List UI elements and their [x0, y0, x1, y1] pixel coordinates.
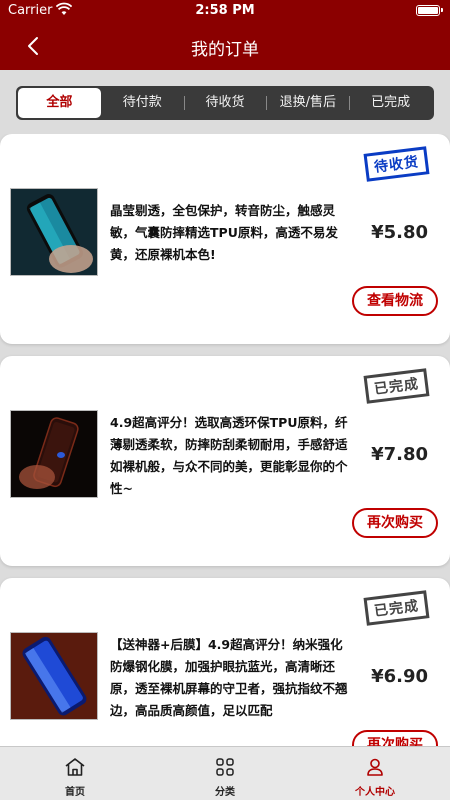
- buy-again-button[interactable]: 再次购买: [352, 730, 438, 746]
- product-image[interactable]: [10, 188, 98, 276]
- order-card[interactable]: 待收货 晶莹剔透，全包保护，转音防尘，触感灵敏，气囊防摔精选TPU原料，高透不易…: [0, 134, 450, 344]
- order-card[interactable]: 已完成 4.9超高评分！选取高透环保TPU原料，纤薄剔透柔软，防摔防刮柔韧耐用，…: [0, 356, 450, 566]
- grid-icon: [216, 758, 234, 776]
- bottom-tab-bar: 首页 分类 个人中心: [0, 746, 450, 800]
- order-list[interactable]: 待收货 晶莹剔透，全包保护，转音防尘，触感灵敏，气囊防摔精选TPU原料，高透不易…: [0, 134, 450, 746]
- user-icon: [367, 758, 383, 776]
- order-price: ¥5.80: [371, 222, 428, 243]
- tab-all[interactable]: 全部: [18, 88, 101, 118]
- buy-again-button[interactable]: 再次购买: [352, 508, 438, 538]
- tab-completed[interactable]: 已完成: [349, 88, 432, 118]
- bottom-tab-home[interactable]: 首页: [0, 747, 150, 800]
- product-description: 4.9超高评分！选取高透环保TPU原料，纤薄剔透柔软，防摔防刮柔韧耐用，手感舒适…: [110, 415, 348, 496]
- status-stamp: 已完成: [363, 368, 430, 404]
- tab-pending-receipt[interactable]: 待收货: [183, 88, 267, 118]
- bottom-tab-category[interactable]: 分类: [150, 747, 300, 800]
- status-bar: Carrier 2:58 PM: [0, 0, 450, 22]
- order-filter-tabs: 全部 待付款 待收货 退换/售后 已完成: [16, 86, 434, 120]
- view-logistics-button[interactable]: 查看物流: [352, 286, 438, 316]
- bottom-tab-label: 分类: [215, 787, 235, 798]
- home-icon: [65, 758, 85, 776]
- navigation-bar: 我的订单: [0, 22, 450, 70]
- tab-returns[interactable]: 退换/售后: [266, 88, 349, 118]
- product-image[interactable]: [10, 632, 98, 720]
- battery-icon: [416, 5, 443, 16]
- bottom-tab-profile[interactable]: 个人中心: [300, 747, 450, 800]
- status-stamp: 待收货: [363, 146, 430, 182]
- order-card[interactable]: 已完成 【送神器+后膜】4.9超高评分！纳米强化防爆钢化膜，加强护眼抗蓝光，高清…: [0, 578, 450, 746]
- order-filter-area: 全部 待付款 待收货 退换/售后 已完成: [0, 70, 450, 134]
- page-title: 我的订单: [191, 40, 259, 60]
- status-stamp: 已完成: [363, 590, 430, 626]
- bottom-tab-label: 首页: [65, 787, 85, 798]
- clock: 2:58 PM: [195, 3, 255, 18]
- product-description: 【送神器+后膜】4.9超高评分！纳米强化防爆钢化膜，加强护眼抗蓝光，高清晰还原，…: [110, 637, 348, 718]
- product-image[interactable]: [10, 410, 98, 498]
- order-price: ¥6.90: [371, 666, 428, 687]
- bottom-tab-label: 个人中心: [355, 787, 395, 798]
- product-description: 晶莹剔透，全包保护，转音防尘，触感灵敏，气囊防摔精选TPU原料，高透不易发黄，还…: [110, 203, 338, 262]
- order-price: ¥7.80: [371, 444, 428, 465]
- tab-pending-payment[interactable]: 待付款: [101, 88, 184, 118]
